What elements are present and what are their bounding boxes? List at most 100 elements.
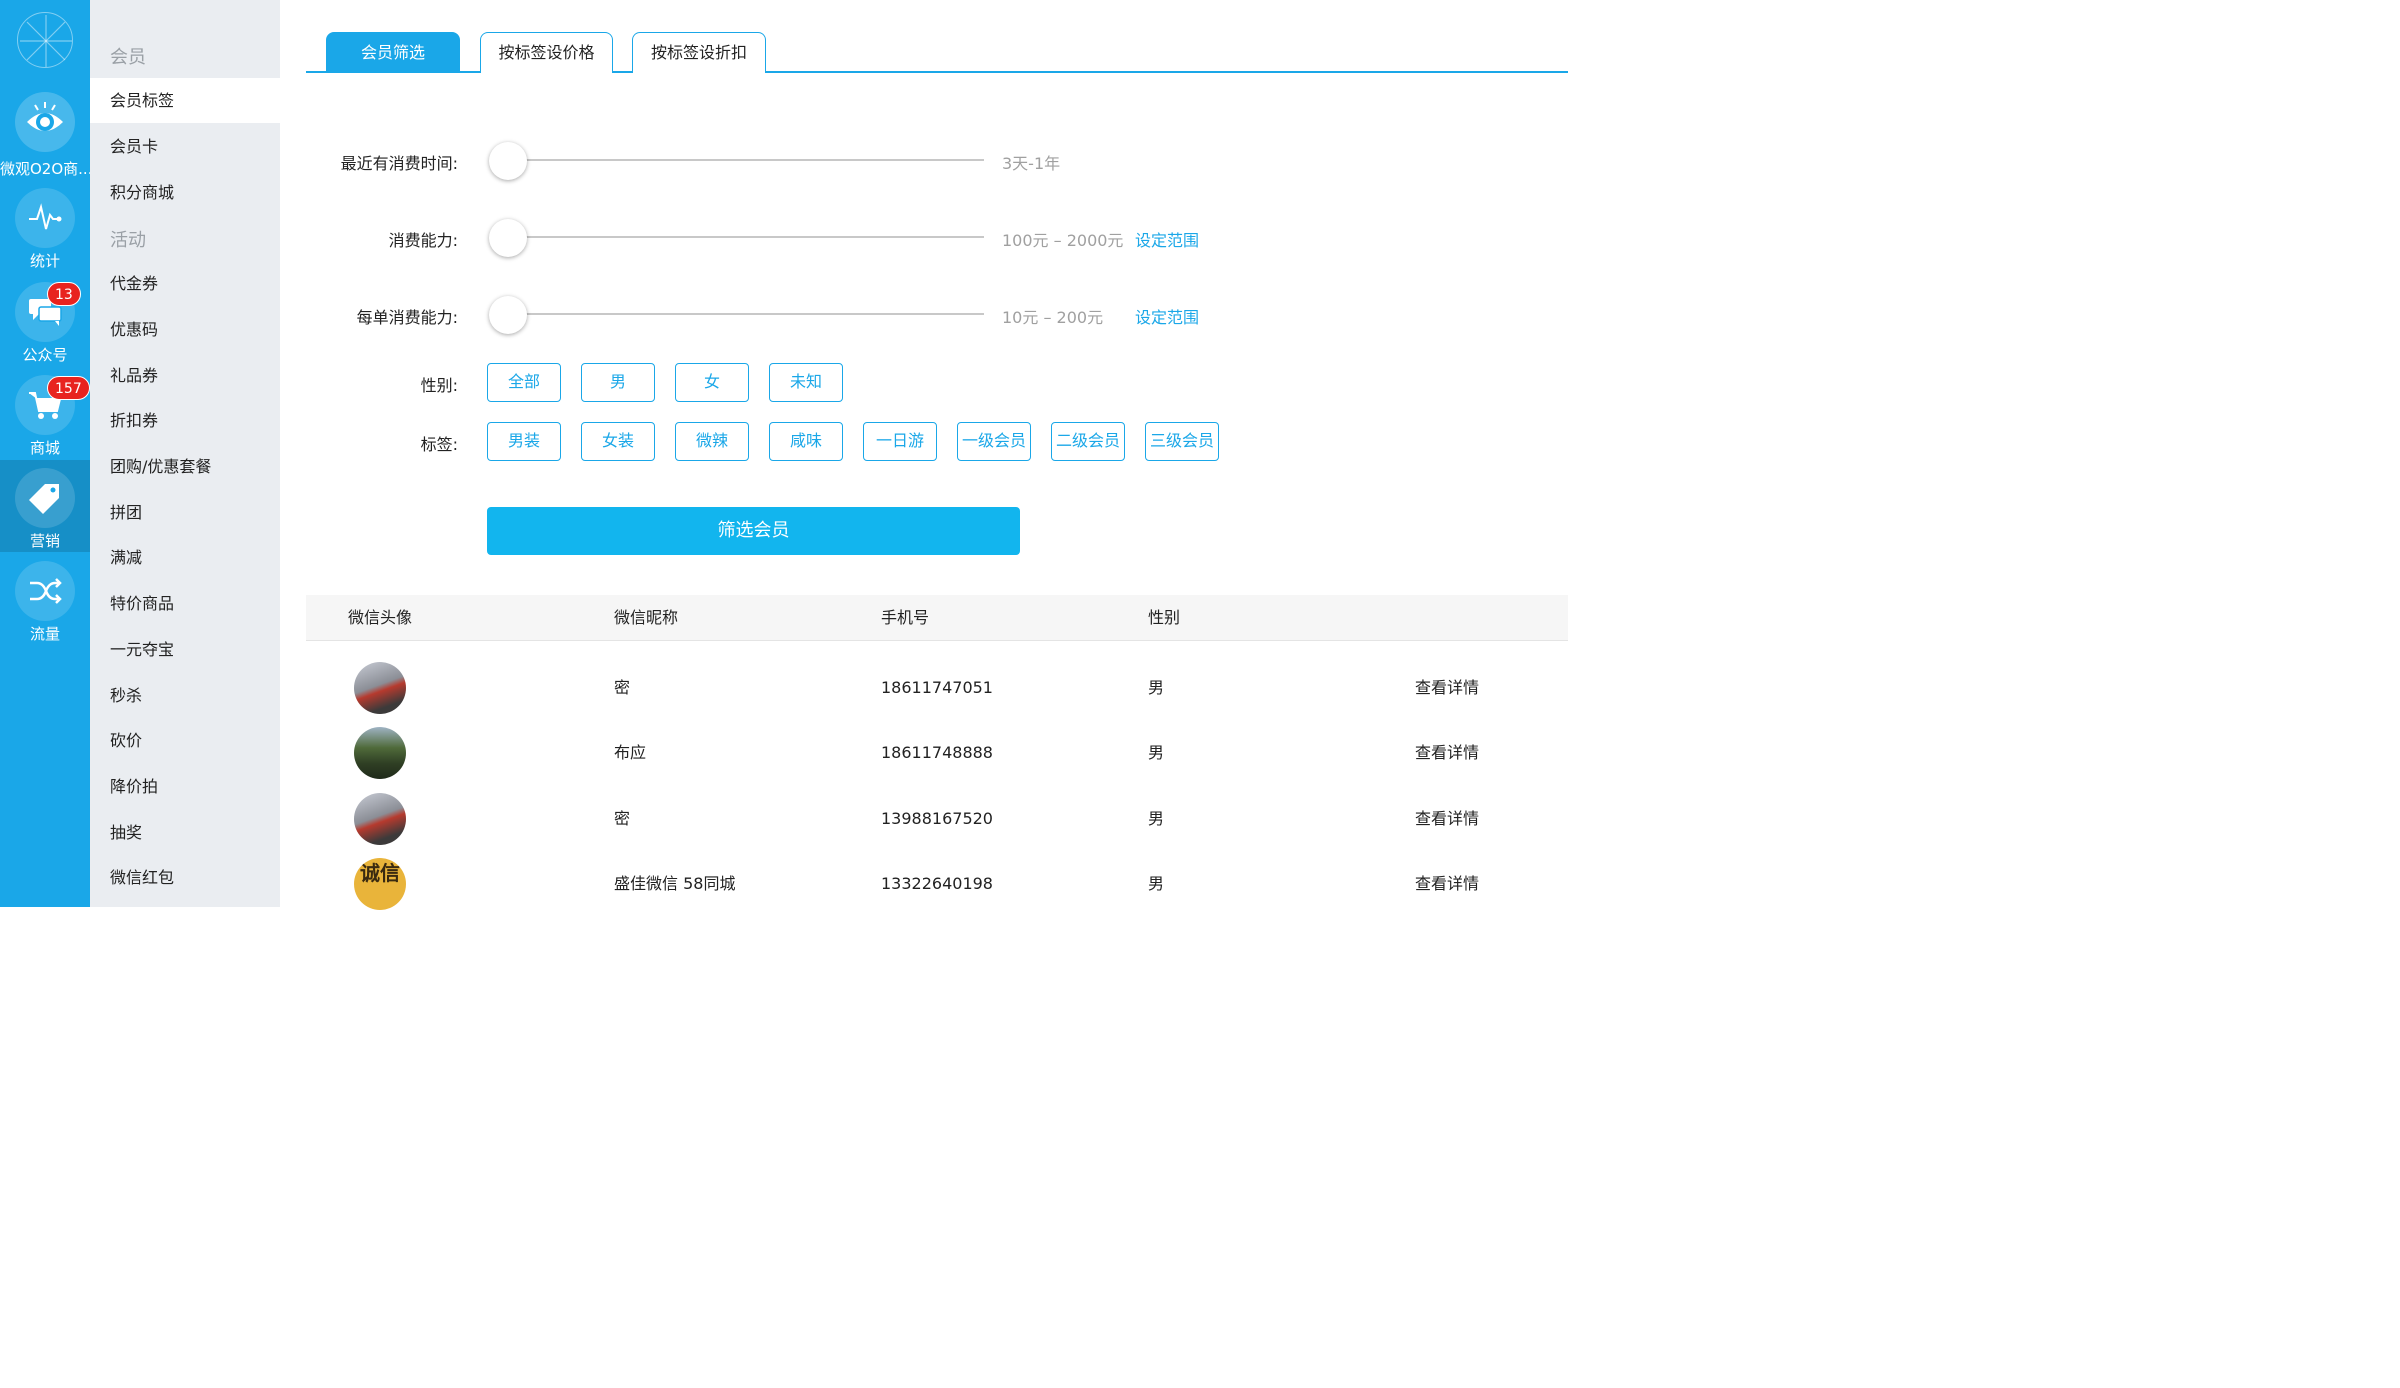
notification-badge: 157 xyxy=(47,376,90,400)
slider-handle[interactable] xyxy=(489,296,527,334)
menu-item-price-drop[interactable]: 降价拍 xyxy=(90,764,280,809)
tag-chip[interactable]: 三级会员 xyxy=(1145,422,1219,461)
nickname-cell: 密 xyxy=(614,678,631,697)
menu-item-bargain[interactable]: 砍价 xyxy=(90,718,280,763)
menu-item-points-mall[interactable]: 积分商城 xyxy=(90,170,280,215)
spend-ability-label: 消费能力: xyxy=(388,231,458,250)
menu-group-activity: 活动 xyxy=(110,230,146,251)
pulse-icon xyxy=(15,188,75,248)
rail-label: 营销 xyxy=(29,532,60,550)
gender-cell: 男 xyxy=(1148,678,1165,697)
gender-chip-male[interactable]: 男 xyxy=(581,363,655,402)
menu-group-member: 会员 xyxy=(110,47,146,68)
header-avatar: 微信头像 xyxy=(348,608,413,627)
tag-icon xyxy=(15,468,75,528)
tag-chip[interactable]: 一日游 xyxy=(863,422,937,461)
gender-cell: 男 xyxy=(1148,743,1165,762)
view-details-link[interactable]: 查看详情 xyxy=(1415,786,1479,851)
per-order-set-range-link[interactable]: 设定范围 xyxy=(1135,304,1199,328)
eye-icon xyxy=(15,92,75,152)
menu-item-special-goods[interactable]: 特价商品 xyxy=(90,581,280,626)
gender-label: 性别: xyxy=(420,376,458,395)
nickname-cell: 盛佳微信 58同城 xyxy=(614,874,736,893)
tag-chip[interactable]: 男装 xyxy=(487,422,561,461)
header-phone: 手机号 xyxy=(881,608,930,627)
rail-label: 商城 xyxy=(29,439,60,457)
tab-price-by-tag[interactable]: 按标签设价格 xyxy=(480,32,613,73)
menu-item-member-card[interactable]: 会员卡 xyxy=(90,124,280,169)
table-header: 微信头像 微信昵称 手机号 性别 xyxy=(306,595,1568,641)
app-root: 微观O2O商... 统计 13 公众号 157 商城 营销 流量 会员 会员标签… xyxy=(0,0,1568,910)
tag-chip[interactable]: 二级会员 xyxy=(1051,422,1125,461)
table-row: 密 13988167520 男 查看详情 xyxy=(306,786,1568,851)
notification-badge: 13 xyxy=(47,282,81,306)
rail-item-wechat[interactable]: 13 公众号 xyxy=(0,282,90,374)
menu-item-pintuan[interactable]: 拼团 xyxy=(90,490,280,535)
phone-cell: 18611748888 xyxy=(881,743,993,762)
phone-cell: 13988167520 xyxy=(881,809,993,828)
avatar xyxy=(354,727,406,779)
gender-chip-female[interactable]: 女 xyxy=(675,363,749,402)
rail-label: 微观O2O商... xyxy=(0,160,90,178)
view-details-link[interactable]: 查看详情 xyxy=(1415,851,1479,916)
rail-label: 统计 xyxy=(29,252,60,270)
tag-chip[interactable]: 微辣 xyxy=(675,422,749,461)
secondary-menu: 会员 会员标签 会员卡 积分商城 活动 代金券 优惠码 礼品券 折扣券 团购/优… xyxy=(90,0,280,907)
menu-item-member-tags[interactable]: 会员标签 xyxy=(90,78,280,123)
slider-handle[interactable] xyxy=(489,142,527,180)
rail-item-marketing[interactable]: 营销 xyxy=(0,460,90,552)
menu-item-red-packet[interactable]: 微信红包 xyxy=(90,855,280,900)
menu-item-discount-coupon[interactable]: 折扣券 xyxy=(90,398,280,443)
avatar xyxy=(354,793,406,845)
gender-chip-unknown[interactable]: 未知 xyxy=(769,363,843,402)
menu-item-voucher[interactable]: 代金券 xyxy=(90,261,280,306)
tag-chip[interactable]: 女装 xyxy=(581,422,655,461)
table-row: 布应 18611748888 男 查看详情 xyxy=(306,720,1568,785)
rail-label: 流量 xyxy=(29,625,60,643)
gender-cell: 男 xyxy=(1148,874,1165,893)
per-order-range: 10元 – 200元 xyxy=(1002,308,1104,327)
menu-item-promo-code[interactable]: 优惠码 xyxy=(90,307,280,352)
gender-chip-all[interactable]: 全部 xyxy=(487,363,561,402)
phone-cell: 18611747051 xyxy=(881,678,993,697)
tab-discount-by-tag[interactable]: 按标签设折扣 xyxy=(632,32,766,73)
tag-label: 标签: xyxy=(420,435,458,454)
per-order-slider[interactable] xyxy=(506,313,984,315)
main-content: 会员筛选 按标签设价格 按标签设折扣 最近有消费时间: 3天-1年 消费能力: … xyxy=(306,0,1568,910)
view-details-link[interactable]: 查看详情 xyxy=(1415,655,1479,720)
tag-chip[interactable]: 一级会员 xyxy=(957,422,1031,461)
spend-ability-range: 100元 – 2000元 xyxy=(1002,231,1124,250)
shuffle-icon xyxy=(15,561,75,621)
filter-members-button[interactable]: 筛选会员 xyxy=(487,507,1020,555)
header-gender: 性别 xyxy=(1148,608,1181,627)
menu-item-full-reduction[interactable]: 满减 xyxy=(90,535,280,580)
nickname-cell: 密 xyxy=(614,809,631,828)
rail-label: 公众号 xyxy=(22,346,68,364)
gender-cell: 男 xyxy=(1148,809,1165,828)
header-nickname: 微信昵称 xyxy=(614,608,679,627)
rail-item-stats[interactable]: 统计 xyxy=(0,188,90,280)
avatar: 诚信 xyxy=(354,858,406,910)
slider-handle[interactable] xyxy=(489,219,527,257)
rail-item-mall[interactable]: 157 商城 xyxy=(0,375,90,467)
logo-icon xyxy=(17,12,73,68)
table-row: 诚信 盛佳微信 58同城 13322640198 男 查看详情 xyxy=(306,851,1568,916)
menu-item-lottery[interactable]: 抽奖 xyxy=(90,810,280,855)
tag-chip[interactable]: 咸味 xyxy=(769,422,843,461)
spend-ability-slider[interactable] xyxy=(506,236,984,238)
rail-item-shop[interactable]: 微观O2O商... xyxy=(0,92,90,184)
menu-item-flash-sale[interactable]: 秒杀 xyxy=(90,673,280,718)
phone-cell: 13322640198 xyxy=(881,874,993,893)
table-row: 密 18611747051 男 查看详情 xyxy=(306,655,1568,720)
icon-rail: 微观O2O商... 统计 13 公众号 157 商城 营销 流量 xyxy=(0,0,90,907)
menu-item-group-buy[interactable]: 团购/优惠套餐 xyxy=(90,444,280,489)
view-details-link[interactable]: 查看详情 xyxy=(1415,720,1479,785)
rail-item-traffic[interactable]: 流量 xyxy=(0,561,90,653)
spend-set-range-link[interactable]: 设定范围 xyxy=(1135,227,1199,251)
recent-spend-slider[interactable] xyxy=(506,159,984,161)
menu-item-gift-coupon[interactable]: 礼品券 xyxy=(90,353,280,398)
tab-member-filter[interactable]: 会员筛选 xyxy=(326,32,460,73)
avatar xyxy=(354,662,406,714)
avatar-calligraphy: 诚信 xyxy=(360,861,400,885)
menu-item-one-yuan[interactable]: 一元夺宝 xyxy=(90,627,280,672)
